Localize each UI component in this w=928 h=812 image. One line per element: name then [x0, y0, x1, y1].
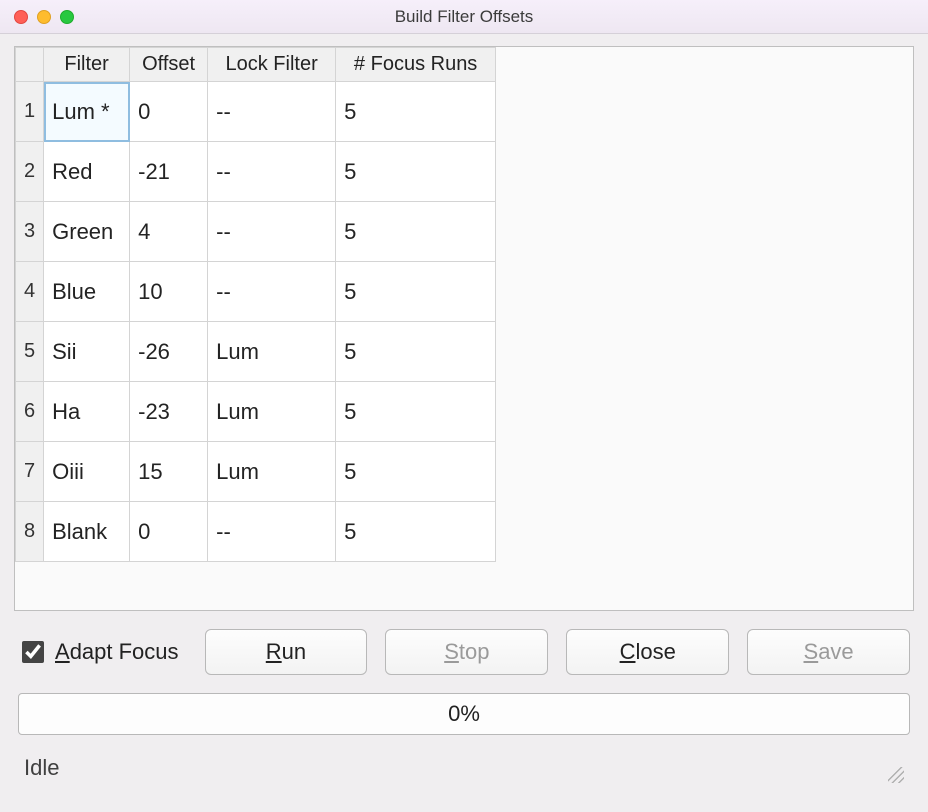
cell-focus-runs[interactable]: 5 — [336, 82, 496, 142]
cell-filter[interactable]: Green — [44, 202, 130, 262]
filter-table[interactable]: Filter Offset Lock Filter # Focus Runs 1… — [15, 47, 496, 562]
cell-filter[interactable]: Red — [44, 142, 130, 202]
table-row[interactable]: 6Ha-23Lum5 — [16, 382, 496, 442]
cell-offset[interactable]: 4 — [130, 202, 208, 262]
row-number[interactable]: 4 — [16, 262, 44, 322]
cell-offset[interactable]: 15 — [130, 442, 208, 502]
cell-filter[interactable]: Ha — [44, 382, 130, 442]
save-button[interactable]: Save — [747, 629, 910, 675]
titlebar: Build Filter Offsets — [0, 0, 928, 34]
cell-lock-filter[interactable]: -- — [208, 262, 336, 322]
cell-offset[interactable]: 0 — [130, 502, 208, 562]
column-header-filter[interactable]: Filter — [44, 48, 130, 82]
cell-focus-runs[interactable]: 5 — [336, 502, 496, 562]
column-header-lock-filter[interactable]: Lock Filter — [208, 48, 336, 82]
cell-lock-filter[interactable]: -- — [208, 202, 336, 262]
cell-lock-filter[interactable]: -- — [208, 82, 336, 142]
cell-lock-filter[interactable]: -- — [208, 142, 336, 202]
cell-focus-runs[interactable]: 5 — [336, 262, 496, 322]
resize-grip-icon[interactable] — [888, 767, 904, 783]
cell-lock-filter[interactable]: Lum — [208, 382, 336, 442]
adapt-focus-checkbox[interactable] — [22, 641, 44, 663]
cell-filter[interactable]: Blank — [44, 502, 130, 562]
table-corner — [16, 48, 44, 82]
window-controls — [14, 10, 74, 24]
cell-filter[interactable]: Blue — [44, 262, 130, 322]
progress-text: 0% — [448, 701, 480, 727]
status-text: Idle — [24, 755, 59, 781]
progress-bar: 0% — [18, 693, 910, 735]
table-row[interactable]: 4Blue10--5 — [16, 262, 496, 322]
table-row[interactable]: 5Sii-26Lum5 — [16, 322, 496, 382]
adapt-focus-checkbox-label[interactable]: Adapt Focus — [18, 638, 179, 666]
cell-offset[interactable]: -26 — [130, 322, 208, 382]
close-button[interactable]: Close — [566, 629, 729, 675]
filter-table-container: Filter Offset Lock Filter # Focus Runs 1… — [14, 46, 914, 611]
cell-offset[interactable]: 0 — [130, 82, 208, 142]
cell-offset[interactable]: -21 — [130, 142, 208, 202]
cell-filter[interactable]: Sii — [44, 322, 130, 382]
column-header-offset[interactable]: Offset — [130, 48, 208, 82]
table-row[interactable]: 2Red-21--5 — [16, 142, 496, 202]
content-area: Filter Offset Lock Filter # Focus Runs 1… — [0, 34, 928, 793]
cell-offset[interactable]: -23 — [130, 382, 208, 442]
cell-offset[interactable]: 10 — [130, 262, 208, 322]
window-zoom-icon[interactable] — [60, 10, 74, 24]
row-number[interactable]: 1 — [16, 82, 44, 142]
cell-focus-runs[interactable]: 5 — [336, 442, 496, 502]
window-minimize-icon[interactable] — [37, 10, 51, 24]
cell-filter[interactable]: Oiii — [44, 442, 130, 502]
cell-lock-filter[interactable]: Lum — [208, 322, 336, 382]
window-title: Build Filter Offsets — [395, 7, 534, 27]
cell-filter[interactable]: Lum * — [44, 82, 130, 142]
table-row[interactable]: 1Lum *0--5 — [16, 82, 496, 142]
adapt-focus-label: Adapt Focus — [55, 639, 179, 665]
row-number[interactable]: 2 — [16, 142, 44, 202]
status-bar: Idle — [14, 751, 914, 785]
run-button[interactable]: Run — [205, 629, 368, 675]
cell-lock-filter[interactable]: Lum — [208, 442, 336, 502]
cell-focus-runs[interactable]: 5 — [336, 142, 496, 202]
column-header-focus-runs[interactable]: # Focus Runs — [336, 48, 496, 82]
row-number[interactable]: 7 — [16, 442, 44, 502]
table-row[interactable]: 3Green4--5 — [16, 202, 496, 262]
cell-focus-runs[interactable]: 5 — [336, 382, 496, 442]
table-row[interactable]: 8Blank0--5 — [16, 502, 496, 562]
row-number[interactable]: 8 — [16, 502, 44, 562]
window-close-icon[interactable] — [14, 10, 28, 24]
row-number[interactable]: 3 — [16, 202, 44, 262]
row-number[interactable]: 5 — [16, 322, 44, 382]
button-row: Adapt Focus Run Stop Close Save — [14, 629, 914, 675]
cell-lock-filter[interactable]: -- — [208, 502, 336, 562]
cell-focus-runs[interactable]: 5 — [336, 202, 496, 262]
row-number[interactable]: 6 — [16, 382, 44, 442]
table-row[interactable]: 7Oiii15Lum5 — [16, 442, 496, 502]
cell-focus-runs[interactable]: 5 — [336, 322, 496, 382]
stop-button[interactable]: Stop — [385, 629, 548, 675]
